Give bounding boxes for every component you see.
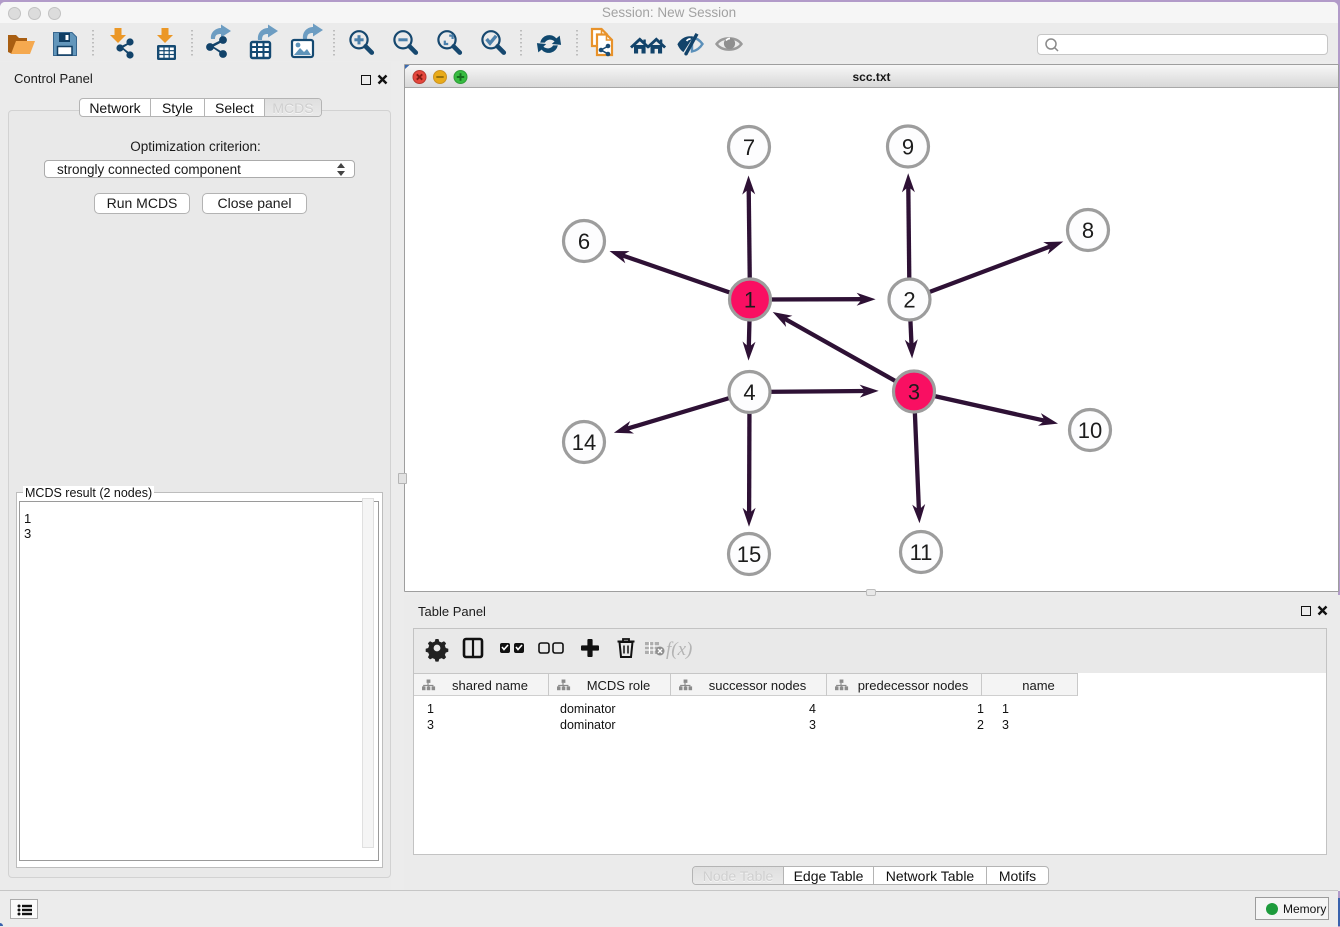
svg-text:6: 6 [578,229,590,254]
svg-text:2: 2 [903,287,915,312]
svg-text:14: 14 [572,430,596,455]
svg-text:3: 3 [908,379,920,404]
svg-text:f(x): f(x) [666,639,692,660]
svg-text:1: 1 [744,287,756,312]
svg-text:9: 9 [902,134,914,159]
svg-text:8: 8 [1082,218,1094,243]
svg-text:7: 7 [743,135,755,160]
svg-text:10: 10 [1078,418,1102,443]
svg-text:15: 15 [737,542,761,567]
svg-text:4: 4 [743,380,755,405]
svg-text:11: 11 [910,540,933,565]
